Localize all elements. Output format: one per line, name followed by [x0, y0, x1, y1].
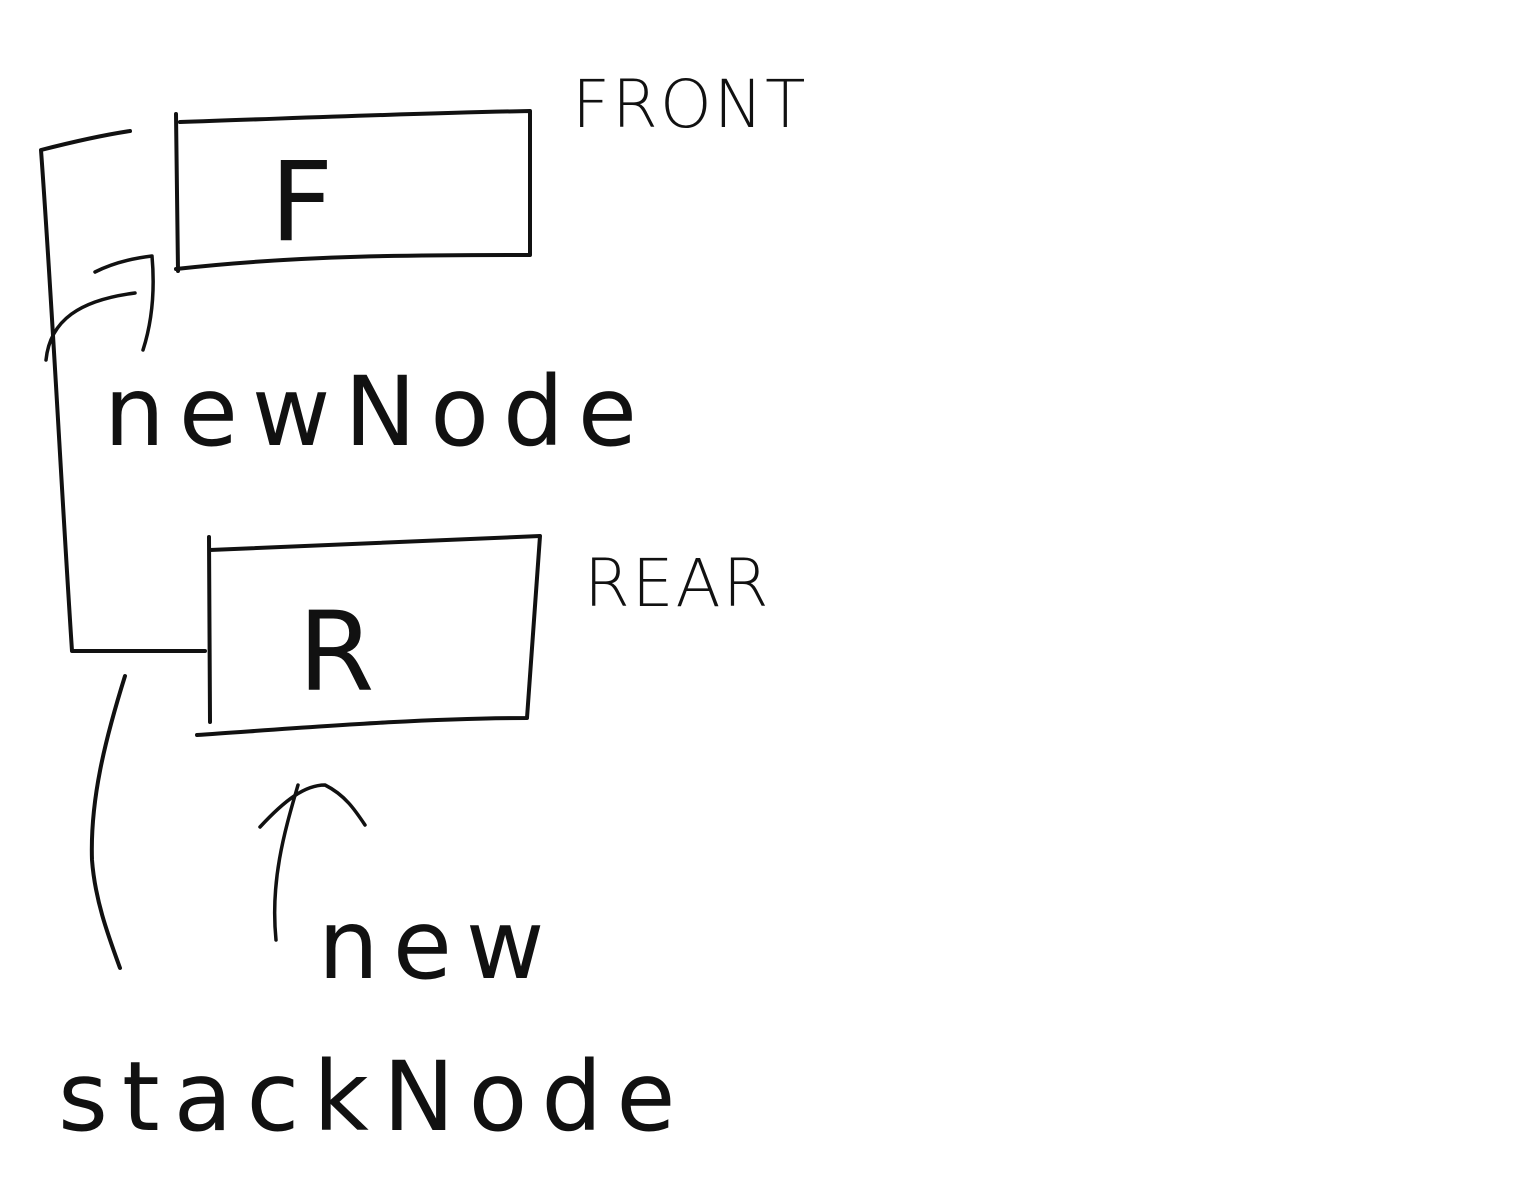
front-node-box	[174, 109, 532, 273]
rear-node-value: R	[298, 588, 374, 716]
front-label: FRONT	[572, 66, 807, 143]
stack-node-link	[89, 674, 127, 970]
whiteboard-canvas: F FRONT newNode R REAR new stackNode	[39, 66, 807, 1153]
arrow-to-front-icon	[44, 254, 155, 362]
front-node-value: F	[270, 138, 333, 266]
stack-node-label: stackNode	[58, 1041, 689, 1153]
rear-node: R	[195, 534, 542, 737]
new-label: new	[318, 889, 558, 1001]
front-node: F	[174, 109, 532, 273]
rear-label: REAR	[584, 545, 771, 622]
new-node-label: newNode	[104, 356, 651, 468]
